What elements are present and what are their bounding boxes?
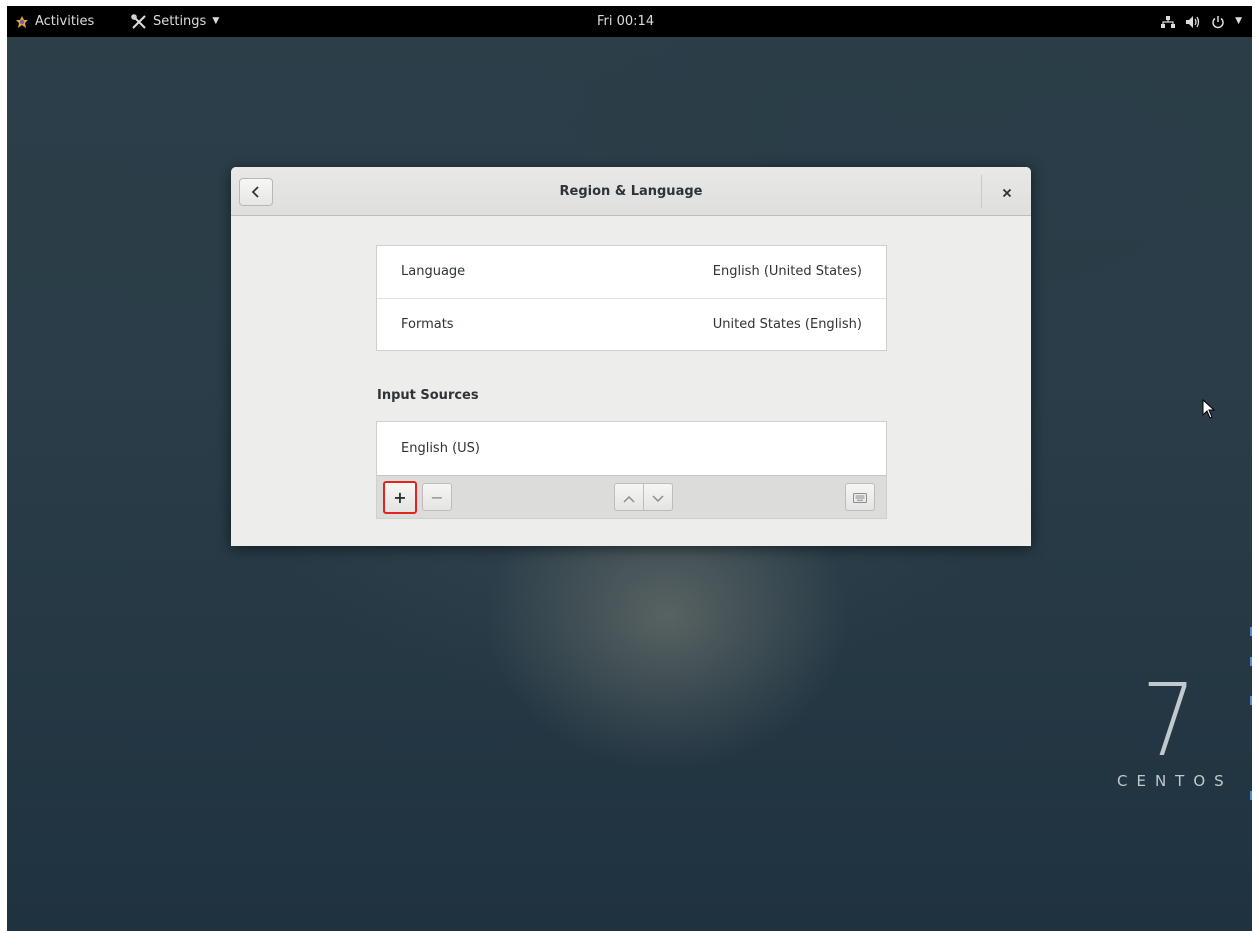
region-language-dialog: Region & Language Language English (Unit…: [231, 167, 1031, 546]
header-separator: [981, 175, 982, 208]
edge-marker: [1250, 657, 1252, 666]
language-row[interactable]: Language English (United States): [377, 246, 886, 298]
input-sources-toolbar: + −: [377, 475, 886, 518]
settings-tools-icon: [131, 13, 147, 30]
language-label: Language: [401, 264, 466, 279]
edge-marker: [1250, 627, 1252, 636]
show-keyboard-layout-button[interactable]: [845, 483, 875, 511]
system-status-menu[interactable]: ▼: [1161, 6, 1242, 37]
edge-marker: [1250, 696, 1252, 705]
centos-logo-text: CENTOS: [1117, 772, 1233, 790]
formats-row[interactable]: Formats United States (English): [377, 298, 886, 350]
locale-settings-list: Language English (United States) Formats…: [376, 245, 887, 351]
mouse-cursor-icon: [1202, 398, 1216, 423]
centos-logo-number: 7: [1141, 662, 1196, 779]
app-menu-label: Settings: [153, 14, 207, 29]
volume-icon: [1185, 15, 1201, 29]
add-input-source-button[interactable]: +: [383, 481, 417, 514]
remove-input-source-button[interactable]: −: [422, 483, 452, 511]
chevron-up-icon: [623, 488, 635, 507]
activities-button[interactable]: Activities: [15, 6, 94, 37]
header-bar: Region & Language: [231, 167, 1031, 216]
edge-marker: [1250, 791, 1252, 800]
formats-value: United States (English): [712, 317, 862, 332]
minus-icon: −: [430, 487, 444, 507]
chevron-down-icon: [652, 488, 664, 507]
network-wired-icon: [1161, 15, 1176, 29]
dropdown-arrow-icon: ▼: [1235, 16, 1242, 26]
move-down-button[interactable]: [643, 483, 673, 511]
list-item[interactable]: English (US): [377, 422, 886, 475]
input-sources-list: English (US) + −: [376, 421, 887, 519]
plus-icon: +: [393, 488, 407, 507]
activities-label: Activities: [35, 14, 95, 29]
app-menu[interactable]: Settings ▼: [131, 6, 219, 37]
dialog-title: Region & Language: [559, 184, 703, 199]
activities-icon: [15, 15, 29, 29]
keyboard-icon: [853, 488, 867, 507]
dropdown-arrow-icon: ▼: [212, 16, 220, 26]
clock[interactable]: Fri 00:14: [597, 6, 654, 37]
formats-label: Formats: [401, 317, 454, 332]
move-up-button[interactable]: [614, 483, 644, 511]
close-button[interactable]: [991, 178, 1023, 206]
top-bar: Activities Settings ▼ Fri 00:14 ▼: [7, 6, 1252, 37]
input-source-label: English (US): [401, 441, 480, 456]
clock-label: Fri 00:14: [597, 14, 655, 29]
close-icon: [1002, 183, 1012, 202]
power-icon: [1211, 15, 1225, 29]
desktop: Activities Settings ▼ Fri 00:14 ▼ Region…: [7, 6, 1252, 931]
input-sources-heading: Input Sources: [377, 388, 479, 403]
language-value: English (United States): [712, 264, 862, 279]
